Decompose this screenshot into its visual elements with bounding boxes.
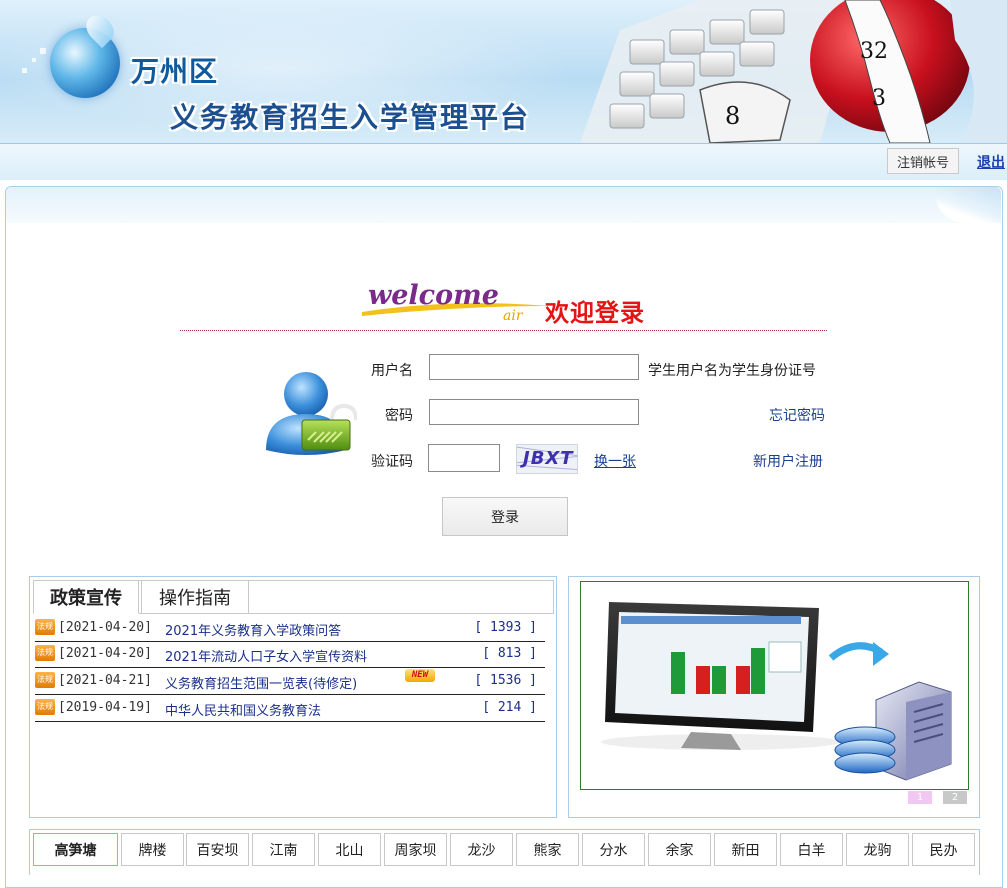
slide-page-2[interactable]: 2	[943, 791, 967, 804]
welcome-text: welcome	[368, 280, 499, 311]
district-tab[interactable]: 民办	[912, 833, 975, 866]
news-item[interactable]: 法规 [2021-04-21] 义务教育招生范围一览表(待修定) NEW [ 1…	[35, 668, 545, 695]
tab-policy[interactable]: 政策宣传	[33, 580, 139, 614]
news-count: [ 1393 ]	[474, 620, 537, 635]
top-toolbar	[0, 143, 1007, 180]
news-date: [2019-04-19]	[58, 700, 152, 715]
new-badge: NEW	[405, 669, 435, 682]
law-icon: 法规	[35, 645, 55, 661]
register-link[interactable]: 新用户注册	[753, 451, 823, 471]
welcome-logo: welcome air	[362, 280, 550, 324]
law-icon: 法规	[35, 672, 55, 688]
password-label: 密码	[385, 408, 413, 424]
district-tab[interactable]: 新田	[714, 833, 777, 866]
district-tab[interactable]: 熊家	[516, 833, 579, 866]
news-date: [2021-04-20]	[58, 646, 152, 661]
news-date: [2021-04-21]	[58, 673, 152, 688]
district-tab[interactable]: 周家坝	[384, 833, 447, 866]
law-icon: 法规	[35, 619, 55, 635]
username-hint: 学生用户名为学生身份证号	[648, 363, 816, 379]
news-date: [2021-04-20]	[58, 620, 152, 635]
svg-text:8: 8	[725, 102, 740, 130]
district-tab[interactable]: 龙驹	[846, 833, 909, 866]
captcha-input[interactable]	[428, 444, 500, 472]
district-title: 万州区	[131, 55, 219, 88]
svg-text:3: 3	[872, 86, 886, 111]
captcha-label: 验证码	[371, 454, 413, 470]
news-item[interactable]: 法规 [2021-04-20] 2021年流动人口子女入学宣传资料 [ 813 …	[35, 641, 545, 668]
slide-page-1[interactable]: 1	[908, 791, 932, 804]
news-count: [ 1536 ]	[474, 673, 537, 688]
district-tab[interactable]: 江南	[252, 833, 315, 866]
welcome-divider	[180, 330, 827, 331]
tab-guide[interactable]: 操作指南	[141, 580, 249, 614]
platform-title: 义务教育招生入学管理平台	[170, 101, 531, 134]
user-avatar-icon	[266, 372, 357, 455]
welcome-heading: 欢迎登录	[545, 299, 645, 327]
district-tab[interactable]: 龙沙	[450, 833, 513, 866]
district-tab[interactable]: 牌楼	[121, 833, 184, 866]
captcha-text: JBXT	[523, 448, 574, 469]
forgot-password-link[interactable]: 忘记密码	[769, 405, 825, 425]
district-tab[interactable]: 余家	[648, 833, 711, 866]
exit-link[interactable]: 退出	[977, 152, 1005, 172]
news-item[interactable]: 法规 [2019-04-19] 中华人民共和国义务教育法 [ 214 ]	[35, 695, 545, 722]
welcome-air-text: air	[503, 308, 524, 324]
logout-button[interactable]: 注销帐号	[887, 148, 959, 174]
news-title[interactable]: 2021年义务教育入学政策问答	[165, 620, 341, 639]
news-title[interactable]: 中华人民共和国义务教育法	[165, 700, 321, 719]
news-title[interactable]: 义务教育招生范围一览表(待修定)	[165, 673, 357, 692]
slideshow-image[interactable]	[580, 581, 969, 790]
news-count: [ 214 ]	[482, 700, 537, 715]
banner-decoration: 8 32 3	[580, 0, 1007, 143]
panel-header	[6, 187, 1001, 223]
law-icon: 法规	[35, 699, 55, 715]
svg-text:32: 32	[860, 39, 888, 64]
computer-database-illustration	[601, 602, 952, 781]
password-input[interactable]	[429, 399, 639, 425]
news-title[interactable]: 2021年流动人口子女入学宣传资料	[165, 646, 367, 665]
username-label: 用户名	[371, 363, 413, 379]
news-count: [ 813 ]	[482, 646, 537, 661]
district-tab[interactable]: 分水	[582, 833, 645, 866]
district-tab[interactable]: 白羊	[780, 833, 843, 866]
refresh-captcha-link[interactable]: 换一张	[594, 451, 636, 471]
header-banner: 万州区 义务教育招生入学管理平台 8 32 3	[0, 0, 1007, 143]
username-input[interactable]	[429, 354, 639, 380]
district-tab[interactable]: 高笋塘	[33, 833, 118, 866]
captcha-image[interactable]: JBXT	[516, 444, 578, 474]
district-tab[interactable]: 北山	[318, 833, 381, 866]
news-item[interactable]: 法规 [2021-04-20] 2021年义务教育入学政策问答 [ 1393 ]	[35, 615, 545, 642]
district-tab[interactable]: 百安坝	[186, 833, 249, 866]
login-button[interactable]: 登录	[442, 497, 568, 536]
